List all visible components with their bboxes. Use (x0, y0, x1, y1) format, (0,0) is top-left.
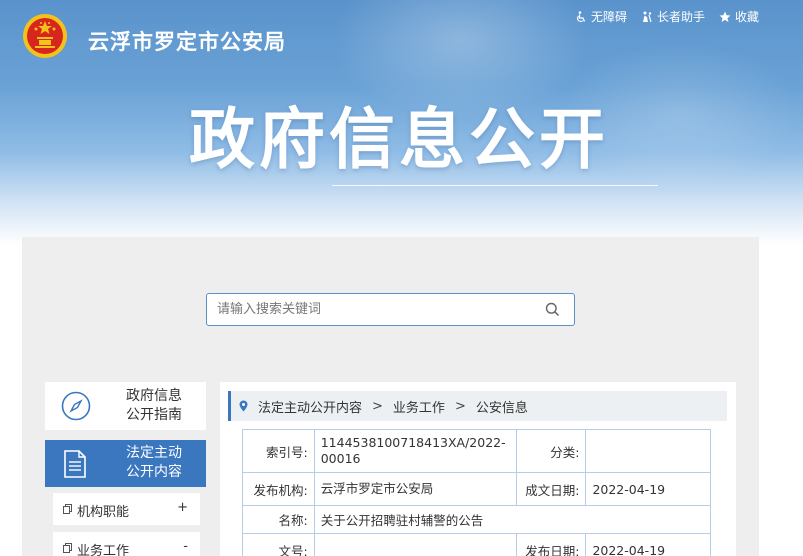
chevron-right-icon: > (454, 398, 466, 414)
written-date-key: 成文日期: (515, 472, 587, 506)
sidebar-statutory-label-line1: 法定主动 (126, 445, 182, 461)
name-key: 名称: (242, 505, 315, 534)
publisher-key: 发布机构: (242, 472, 315, 506)
top-links: 无障碍 长者助手 收藏 (575, 8, 759, 25)
sidebar-item-guide[interactable]: 政府信息 公开指南 (45, 382, 206, 430)
site-title: 云浮市罗定市公安局 (88, 30, 286, 54)
sidebar-guide-label-line1: 政府信息 (126, 388, 182, 404)
accessibility-label: 无障碍 (590, 10, 627, 24)
search-box (206, 293, 575, 326)
copy-icon (63, 504, 72, 514)
category-value (585, 429, 711, 473)
table-row: 名称: 关于公开招聘驻村辅警的公告 (242, 505, 712, 534)
doc-number-value (313, 533, 517, 556)
chevron-right-icon: > (372, 398, 383, 414)
document-icon (64, 450, 86, 478)
breadcrumb-link[interactable]: 业务工作 (393, 397, 445, 416)
expand-icon[interactable]: + (177, 500, 188, 515)
info-metadata-table: 索引号: 1144538100718413XA/2022-00016 分类: 发… (242, 429, 712, 556)
collapse-icon[interactable]: - (183, 539, 188, 554)
table-row: 发布机构: 云浮市罗定市公安局 成文日期: 2022-04-19 (242, 472, 711, 506)
sidebar-statutory-label-line2: 公开内容 (126, 464, 182, 480)
copy-icon (63, 543, 72, 553)
favorite-link[interactable]: 收藏 (719, 8, 759, 25)
table-row: 索引号: 1144538100718413XA/2022-00016 分类: (242, 429, 711, 473)
sidebar-statutory-label: 法定主动 公开内容 (119, 444, 189, 482)
search-icon[interactable] (545, 302, 560, 317)
sidebar-item-statutory[interactable]: 法定主动 公开内容 (45, 440, 206, 487)
publish-date-value: 2022-04-19 (585, 533, 711, 556)
breadcrumb: 法定主动公开内容 > 业务工作 > 公安信息 (228, 391, 727, 421)
index-key: 索引号: (242, 429, 315, 473)
sidebar-item-functions[interactable]: 机构职能 + (53, 493, 200, 525)
wheelchair-icon (576, 10, 586, 22)
elder-assist-link[interactable]: 长者助手 (641, 8, 705, 25)
accessibility-link[interactable]: 无障碍 (575, 8, 627, 25)
search-input[interactable] (217, 294, 537, 325)
category-key: 分类: (515, 429, 587, 473)
favorite-label: 收藏 (734, 10, 759, 24)
written-date-value: 2022-04-19 (585, 472, 711, 506)
compass-icon (61, 391, 91, 421)
elder-assist-icon (642, 11, 652, 22)
sidebar-item-label: 业务工作 (77, 544, 130, 556)
index-value: 1144538100718413XA/2022-00016 (313, 429, 517, 473)
title-divider (332, 185, 658, 186)
publisher-value: 云浮市罗定市公安局 (313, 472, 517, 506)
name-value: 关于公开招聘驻村辅警的公告 (313, 505, 712, 534)
sidebar-item-label: 机构职能 (77, 505, 130, 520)
sidebar-item-business[interactable]: 业务工作 - (53, 532, 200, 556)
publish-date-key: 发布日期: (515, 533, 587, 556)
breadcrumb-link[interactable]: 公安信息 (476, 397, 528, 416)
doc-number-key: 文号: (242, 533, 315, 556)
sidebar-guide-label-line2: 公开指南 (126, 407, 182, 423)
page-title: 政府信息公开 (189, 101, 609, 178)
sidebar-guide-label: 政府信息 公开指南 (123, 387, 185, 425)
star-icon (719, 11, 731, 22)
table-row: 文号: 发布日期: 2022-04-19 (242, 533, 711, 556)
location-pin-icon (239, 400, 248, 412)
national-emblem-icon (23, 14, 67, 58)
elder-assist-label: 长者助手 (656, 10, 705, 24)
breadcrumb-link[interactable]: 法定主动公开内容 (258, 397, 362, 416)
